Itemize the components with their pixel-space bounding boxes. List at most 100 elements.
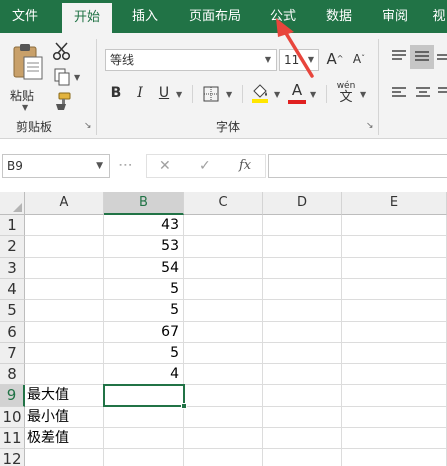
clipboard-launcher-icon[interactable]: ↘: [84, 122, 92, 131]
cell-b9[interactable]: [104, 385, 184, 407]
enter-icon[interactable]: ✓: [199, 155, 211, 177]
tab-data[interactable]: 数据: [314, 0, 364, 33]
row-header-2[interactable]: 2: [0, 236, 25, 258]
cell-e3[interactable]: [342, 258, 447, 279]
insert-function-icon[interactable]: fx: [239, 155, 251, 177]
align-bottom-icon[interactable]: [437, 49, 447, 65]
cell-e8[interactable]: [342, 364, 447, 385]
tab-view[interactable]: 视: [427, 0, 447, 33]
grow-font-button[interactable]: A^: [326, 49, 344, 69]
row-header-11[interactable]: 11: [0, 428, 25, 449]
select-all-button[interactable]: [0, 192, 25, 215]
cell-d1[interactable]: [263, 215, 342, 236]
cell-c5[interactable]: [184, 300, 263, 322]
column-header-c[interactable]: C: [184, 192, 263, 215]
cell-d6[interactable]: [263, 322, 342, 343]
cell-d8[interactable]: [263, 364, 342, 385]
cell-a5[interactable]: [25, 300, 104, 322]
cell-c4[interactable]: [184, 279, 263, 300]
italic-button[interactable]: I: [132, 83, 148, 103]
fill-color-dropdown-icon[interactable]: ▼: [274, 90, 280, 99]
column-header-b[interactable]: B: [104, 192, 184, 215]
name-box-dropdown-icon[interactable]: ▼: [96, 155, 103, 177]
cell-c9[interactable]: [184, 385, 263, 407]
fill-color-icon[interactable]: [250, 83, 270, 103]
cell-b4[interactable]: 5: [104, 279, 184, 300]
cell-d5[interactable]: [263, 300, 342, 322]
font-size-dropdown-icon[interactable]: ▼: [308, 50, 314, 70]
cell-e1[interactable]: [342, 215, 447, 236]
cell-a3[interactable]: [25, 258, 104, 279]
row-header-12[interactable]: 12: [0, 449, 25, 466]
cell-c10[interactable]: [184, 407, 263, 428]
cell-a2[interactable]: [25, 236, 104, 258]
cell-c2[interactable]: [184, 236, 263, 258]
row-header-3[interactable]: 3: [0, 258, 25, 279]
tab-file[interactable]: 文件: [0, 0, 50, 33]
column-header-a[interactable]: A: [25, 192, 104, 215]
row-header-6[interactable]: 6: [0, 322, 25, 343]
tab-review[interactable]: 审阅: [370, 0, 420, 33]
font-size-box[interactable]: 11 ▼: [279, 49, 319, 71]
cell-d7[interactable]: [263, 343, 342, 364]
borders-icon[interactable]: [203, 86, 219, 102]
cell-e9[interactable]: [342, 385, 447, 407]
cell-e2[interactable]: [342, 236, 447, 258]
row-header-9[interactable]: 9: [0, 385, 25, 407]
tab-formulas[interactable]: 公式: [258, 0, 308, 33]
row-header-10[interactable]: 10: [0, 407, 25, 428]
cell-a11[interactable]: 极差值: [25, 428, 104, 449]
align-right-icon[interactable]: [438, 85, 447, 101]
cell-e4[interactable]: [342, 279, 447, 300]
row-header-4[interactable]: 4: [0, 279, 25, 300]
font-color-button[interactable]: A: [288, 80, 306, 100]
align-middle-button[interactable]: [410, 45, 434, 69]
font-name-box[interactable]: 等线 ▼: [105, 49, 277, 71]
cell-b6[interactable]: 67: [104, 322, 184, 343]
paste-button[interactable]: 粘贴 ▼: [8, 41, 46, 115]
cell-c11[interactable]: [184, 428, 263, 449]
cell-e11[interactable]: [342, 428, 447, 449]
cell-e10[interactable]: [342, 407, 447, 428]
formula-bar-resize-icon[interactable]: ⋮: [117, 158, 133, 171]
bold-button[interactable]: B: [108, 83, 124, 103]
cell-d9[interactable]: [263, 385, 342, 407]
cell-a1[interactable]: [25, 215, 104, 236]
copy-icon[interactable]: [52, 67, 72, 87]
cell-b5[interactable]: 5: [104, 300, 184, 322]
cell-a12[interactable]: [25, 449, 104, 466]
cell-a10[interactable]: 最小值: [25, 407, 104, 428]
cell-b10[interactable]: [104, 407, 184, 428]
cell-b1[interactable]: 43: [104, 215, 184, 236]
shrink-font-button[interactable]: Aˇ: [350, 49, 368, 69]
underline-dropdown-icon[interactable]: ▼: [176, 90, 182, 99]
cell-b2[interactable]: 53: [104, 236, 184, 258]
column-header-e[interactable]: E: [342, 192, 447, 215]
name-box[interactable]: B9 ▼: [2, 154, 110, 178]
tab-page-layout[interactable]: 页面布局: [180, 0, 250, 33]
align-center-icon[interactable]: [414, 85, 432, 101]
cell-c3[interactable]: [184, 258, 263, 279]
font-name-dropdown-icon[interactable]: ▼: [265, 50, 271, 70]
formula-input[interactable]: [268, 154, 447, 178]
tab-home[interactable]: 开始: [62, 3, 112, 33]
cell-a9[interactable]: 最大值: [25, 385, 104, 407]
cell-b8[interactable]: 4: [104, 364, 184, 385]
column-header-d[interactable]: D: [263, 192, 342, 215]
cell-e12[interactable]: [342, 449, 447, 466]
cell-d4[interactable]: [263, 279, 342, 300]
copy-dropdown-icon[interactable]: ▼: [74, 73, 80, 82]
cell-b12[interactable]: [104, 449, 184, 466]
cell-c7[interactable]: [184, 343, 263, 364]
cell-b7[interactable]: 5: [104, 343, 184, 364]
row-header-1[interactable]: 1: [0, 215, 25, 236]
cell-d12[interactable]: [263, 449, 342, 466]
row-header-8[interactable]: 8: [0, 364, 25, 385]
cell-d3[interactable]: [263, 258, 342, 279]
row-header-7[interactable]: 7: [0, 343, 25, 364]
cell-a4[interactable]: [25, 279, 104, 300]
cancel-icon[interactable]: ✕: [159, 155, 171, 177]
cell-a8[interactable]: [25, 364, 104, 385]
row-header-5[interactable]: 5: [0, 300, 25, 322]
cell-c12[interactable]: [184, 449, 263, 466]
